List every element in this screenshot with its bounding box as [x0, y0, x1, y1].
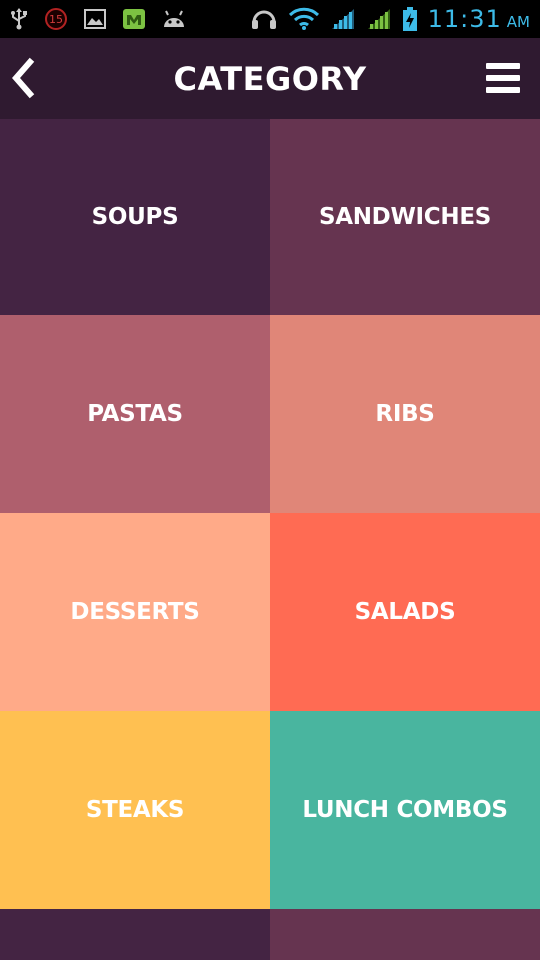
clock: 11:31 AM: [428, 5, 530, 33]
category-label: SANDWICHES: [318, 204, 492, 230]
category-label: DESSERTS: [70, 599, 200, 625]
category-label: STEAKS: [85, 797, 185, 823]
badge-15-icon: 15: [44, 7, 68, 31]
app-m-icon: [122, 8, 146, 30]
gallery-icon: [84, 9, 106, 29]
category-tile-partial[interactable]: [0, 909, 270, 960]
category-label: LUNCH COMBOS: [302, 797, 508, 823]
category-label: SALADS: [354, 599, 456, 625]
category-tile-desserts[interactable]: DESSERTS: [0, 513, 270, 711]
signal-icon-sim2: [366, 7, 392, 31]
status-bar-system: 11:31 AM: [250, 5, 530, 33]
clock-ampm: AM: [506, 13, 530, 31]
category-tile-ribs[interactable]: RIBS: [270, 315, 540, 513]
chevron-left-icon: [12, 57, 35, 99]
back-button[interactable]: [6, 56, 42, 100]
status-bar: 15 11:31 AM: [0, 0, 540, 38]
page-title: CATEGORY: [173, 59, 367, 98]
category-label: RIBS: [375, 401, 435, 427]
menu-button[interactable]: [484, 60, 522, 96]
app-bar: CATEGORY: [0, 38, 540, 119]
battery-charging-icon: [402, 6, 418, 32]
category-tile-salads[interactable]: SALADS: [270, 513, 540, 711]
android-debug-icon: [162, 9, 186, 29]
category-tile-lunch-combos[interactable]: LUNCH COMBOS: [270, 711, 540, 909]
category-tile-partial[interactable]: [270, 909, 540, 960]
hamburger-menu-icon: [486, 63, 520, 93]
category-tile-steaks[interactable]: STEAKS: [0, 711, 270, 909]
signal-icon-sim1: [330, 7, 356, 31]
svg-text:15: 15: [49, 13, 63, 26]
category-tile-soups[interactable]: SOUPS: [0, 119, 270, 315]
headset-icon: [250, 6, 278, 32]
wifi-icon: [288, 7, 320, 31]
status-bar-notifications: 15: [10, 7, 186, 31]
category-tile-pastas[interactable]: PASTAS: [0, 315, 270, 513]
category-label: SOUPS: [91, 204, 179, 230]
clock-time: 11:31: [427, 5, 502, 33]
usb-icon: [10, 8, 28, 30]
category-label: PASTAS: [87, 401, 183, 427]
category-tile-sandwiches[interactable]: SANDWICHES: [270, 119, 540, 315]
category-grid: SOUPS SANDWICHES PASTAS RIBS DESSERTS SA…: [0, 119, 540, 960]
